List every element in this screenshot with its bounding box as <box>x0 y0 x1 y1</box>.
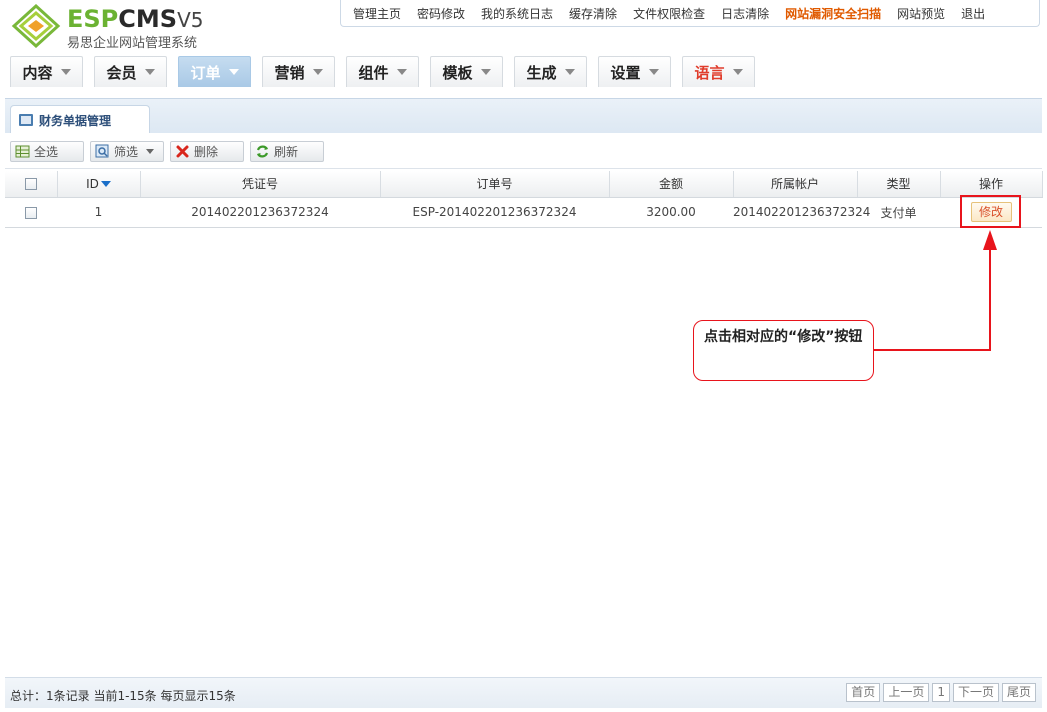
tab-label: 内容 <box>22 63 53 82</box>
pager-prev[interactable]: 上一页 <box>883 683 930 702</box>
cell-order: ESP-201402201236372324 <box>380 197 609 228</box>
tab-label: 会员 <box>106 63 137 82</box>
topnav-my-log[interactable]: 我的系统日志 <box>473 5 561 22</box>
grid-icon <box>15 144 30 159</box>
cell-id: 1 <box>57 197 140 228</box>
tab-label: 营销 <box>274 63 305 82</box>
chevron-down-icon <box>144 69 155 75</box>
select-all-button[interactable]: 全选 <box>10 141 84 162</box>
finance-table: ID 凭证号 订单号 金额 所属帐户 类型 操作 1 2014022012363… <box>5 171 1043 228</box>
chevron-down-icon <box>228 69 239 75</box>
cell-account: 201402201236372324 <box>733 197 870 228</box>
record-summary: 总计：1条记录 当前1-15条 每页显示15条 <box>10 689 236 703</box>
pagination: 首页 上一页 1 下一页 尾页 <box>843 683 1036 702</box>
tab-label: 语言 <box>694 63 725 82</box>
logo-cms: CMS <box>118 5 178 33</box>
panel-header: 财务单据管理 <box>5 98 1042 134</box>
tab-settings[interactable]: 设置 <box>598 56 671 87</box>
tab-order[interactable]: 订单 <box>178 56 251 87</box>
logo-version: V5 <box>177 8 204 32</box>
logo[interactable]: ESPCMSV5 易思企业网站管理系统 <box>10 4 230 51</box>
topnav-file-permission[interactable]: 文件权限检查 <box>625 5 713 22</box>
chevron-down-icon <box>648 69 659 75</box>
header-order: 订单号 <box>380 171 610 198</box>
header-id[interactable]: ID <box>57 171 141 198</box>
refresh-icon <box>255 144 270 159</box>
tab-member[interactable]: 会员 <box>94 56 167 87</box>
top-nav: 管理主页 密码修改 我的系统日志 缓存清除 文件权限检查 日志清除 网站漏洞安全… <box>340 0 1040 27</box>
filter-label: 筛选 <box>114 145 139 159</box>
topnav-preview[interactable]: 网站预览 <box>889 5 953 22</box>
refresh-label: 刷新 <box>274 145 299 159</box>
cell-voucher: 201402201236372324 <box>140 197 380 228</box>
chevron-down-icon <box>312 69 323 75</box>
callout-note: 点击相对应的“修改”按钮 <box>693 320 874 381</box>
panel-title: 财务单据管理 <box>39 113 112 128</box>
pager-page-1[interactable]: 1 <box>932 683 950 702</box>
highlight-box <box>960 195 1021 228</box>
toolbar: 全选 筛选 删除 刷新 <box>5 133 1042 169</box>
chevron-down-icon <box>480 69 491 75</box>
sort-desc-icon <box>100 181 111 188</box>
select-all-checkbox[interactable] <box>24 178 37 191</box>
tab-generate[interactable]: 生成 <box>514 56 587 87</box>
tab-component[interactable]: 组件 <box>346 56 419 87</box>
chevron-down-icon <box>396 69 407 75</box>
logo-esp: ESP <box>67 5 119 33</box>
chevron-down-icon <box>146 149 155 154</box>
header-account: 所属帐户 <box>733 171 858 198</box>
topnav-clear-log[interactable]: 日志清除 <box>713 5 777 22</box>
cell-amount: 3200.00 <box>609 197 733 228</box>
header-id-label: ID <box>86 176 99 191</box>
tab-label: 组件 <box>358 63 389 82</box>
tab-template[interactable]: 模板 <box>430 56 503 87</box>
chevron-down-icon <box>732 69 743 75</box>
topnav-clear-cache[interactable]: 缓存清除 <box>561 5 625 22</box>
header-checkbox-cell <box>5 171 58 198</box>
header-action: 操作 <box>940 171 1043 198</box>
header-voucher: 凭证号 <box>140 171 381 198</box>
footer: 总计：1条记录 当前1-15条 每页显示15条 首页 上一页 1 下一页 尾页 <box>5 677 1042 708</box>
logo-wordmark: ESPCMSV5 <box>67 6 203 33</box>
main-nav: 内容 会员 订单 营销 组件 模板 生成 设置 语言 <box>10 56 766 88</box>
topnav-logout[interactable]: 退出 <box>953 5 993 22</box>
row-checkbox-cell <box>5 197 57 228</box>
topnav-security-scan[interactable]: 网站漏洞安全扫描 <box>777 5 889 22</box>
chevron-down-icon <box>564 69 575 75</box>
tab-label: 生成 <box>526 63 557 82</box>
refresh-button[interactable]: 刷新 <box>250 141 324 162</box>
delete-button[interactable]: 删除 <box>170 141 244 162</box>
tab-label: 模板 <box>442 63 473 82</box>
delete-label: 删除 <box>194 145 219 159</box>
header: ESPCMSV5 易思企业网站管理系统 管理主页 密码修改 我的系统日志 缓存清… <box>0 0 1047 90</box>
tab-content[interactable]: 内容 <box>10 56 83 87</box>
search-icon <box>95 144 110 159</box>
tab-label: 订单 <box>190 63 221 82</box>
row-checkbox[interactable] <box>25 206 37 219</box>
logo-subtitle: 易思企业网站管理系统 <box>67 36 198 51</box>
table-header-row: ID 凭证号 订单号 金额 所属帐户 类型 操作 <box>5 171 1043 198</box>
table-row: 1 201402201236372324 ESP-201402201236372… <box>5 197 1042 228</box>
delete-x-icon <box>175 144 190 159</box>
pager-first[interactable]: 首页 <box>846 683 881 702</box>
logo-icon <box>11 4 61 48</box>
panel-tab-finance[interactable]: 财务单据管理 <box>10 105 150 134</box>
select-all-label: 全选 <box>34 145 59 159</box>
tab-language[interactable]: 语言 <box>682 56 755 87</box>
pager-last[interactable]: 尾页 <box>1001 683 1036 702</box>
filter-button[interactable]: 筛选 <box>90 141 164 162</box>
header-amount: 金额 <box>609 171 734 198</box>
pager-next[interactable]: 下一页 <box>952 683 999 702</box>
chevron-down-icon <box>60 69 71 75</box>
tab-label: 设置 <box>610 63 641 82</box>
topnav-password[interactable]: 密码修改 <box>409 5 473 22</box>
header-type: 类型 <box>857 171 941 198</box>
monitor-icon <box>19 114 33 126</box>
tab-marketing[interactable]: 营销 <box>262 56 335 87</box>
topnav-home[interactable]: 管理主页 <box>345 5 409 22</box>
